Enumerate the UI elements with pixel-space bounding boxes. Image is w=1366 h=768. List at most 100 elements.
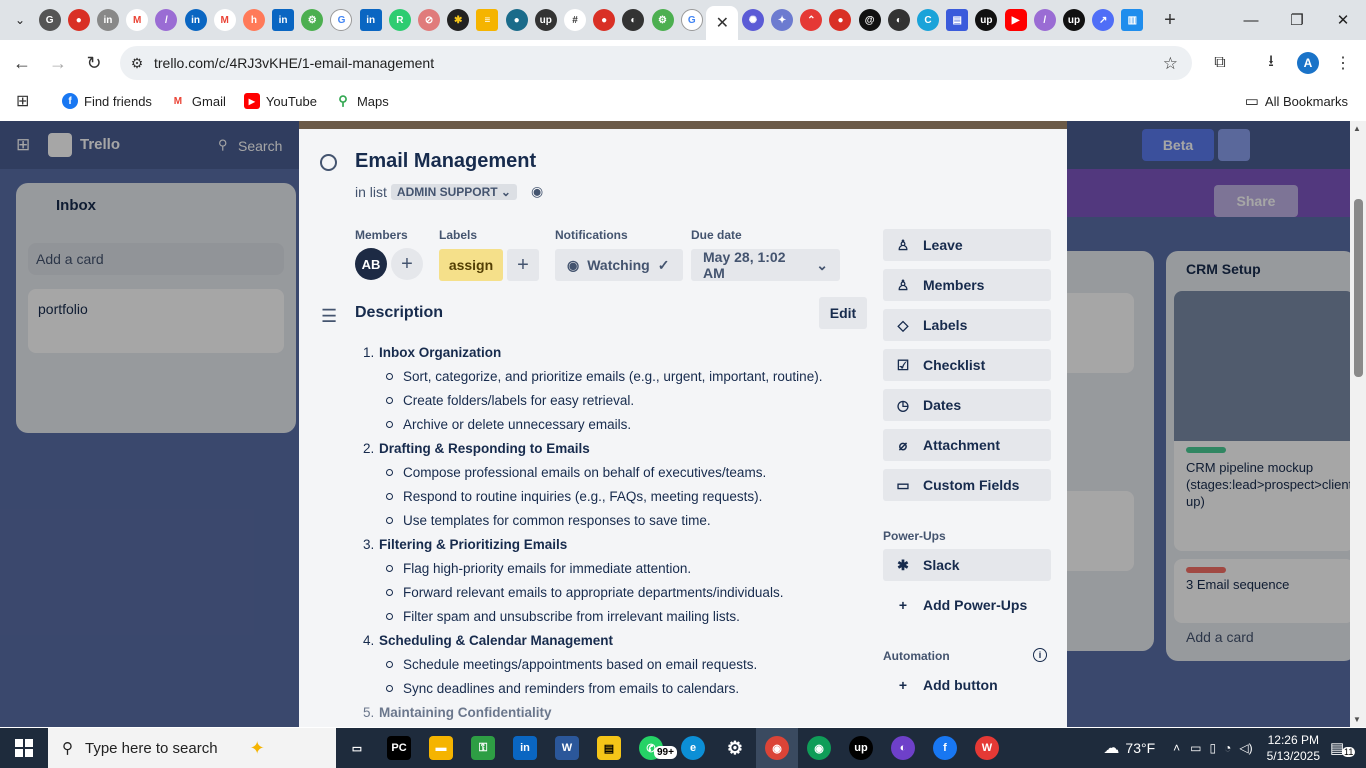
bookmark-maps[interactable]: ⚲ Maps bbox=[334, 93, 389, 109]
bookmark-find-friends[interactable]: f Find friends bbox=[62, 93, 152, 109]
tab-favicon[interactable]: M bbox=[213, 9, 236, 31]
tab-favicon[interactable]: G bbox=[680, 9, 703, 31]
all-bookmarks[interactable]: ▭ All Bookmarks bbox=[1245, 92, 1348, 110]
vertical-scrollbar[interactable]: ▲ ▼ bbox=[1350, 121, 1366, 727]
sidebar-leave-button[interactable]: ♙ Leave bbox=[883, 229, 1051, 261]
label-chip[interactable]: assign bbox=[439, 249, 503, 281]
slack-powerup-button[interactable]: ✱ Slack bbox=[883, 549, 1051, 581]
tab-favicon[interactable]: G bbox=[330, 9, 353, 31]
extensions-icon[interactable]: ⧉ bbox=[1205, 48, 1235, 78]
tab-search-dropdown[interactable]: ⌄ bbox=[5, 5, 35, 35]
tab-favicon[interactable]: ✦ bbox=[771, 9, 794, 31]
edit-description-button[interactable]: Edit bbox=[819, 297, 867, 329]
tab-favicon[interactable]: in bbox=[272, 9, 295, 31]
back-icon[interactable]: ← bbox=[4, 45, 40, 81]
tab-favicon[interactable]: h bbox=[242, 9, 265, 31]
add-member-button[interactable]: + bbox=[391, 248, 423, 280]
restore-icon[interactable]: ❐ bbox=[1274, 0, 1320, 40]
file-explorer-icon[interactable]: ▬ bbox=[420, 728, 462, 768]
sidebar-checklist-button[interactable]: ☑ Checklist bbox=[883, 349, 1051, 381]
tab-favicon[interactable]: ✺ bbox=[741, 9, 764, 31]
scrollbar-thumb[interactable] bbox=[1354, 199, 1363, 377]
tab-favicon[interactable]: ◐ bbox=[622, 9, 645, 31]
info-icon[interactable]: i bbox=[1033, 648, 1047, 662]
tab-favicon[interactable]: / bbox=[1033, 9, 1056, 31]
scroll-down-icon[interactable]: ▼ bbox=[1353, 715, 1361, 724]
tab-favicon[interactable]: ⊘ bbox=[418, 9, 441, 31]
tab-favicon[interactable]: ● bbox=[829, 9, 852, 31]
settings-icon[interactable]: ⚙ bbox=[714, 728, 756, 768]
description-body[interactable]: 1. Inbox Organization Sort, categorize, an… bbox=[355, 341, 855, 725]
tab-favicon[interactable]: up bbox=[975, 9, 998, 31]
sidebar-members-button[interactable]: ♙ Members bbox=[883, 269, 1051, 301]
tab-favicon[interactable]: ⌃ bbox=[800, 9, 823, 31]
tab-favicon[interactable]: ▤ bbox=[946, 9, 969, 31]
add-powerups-button[interactable]: + Add Power-Ups bbox=[883, 589, 1051, 621]
windows-start-icon[interactable] bbox=[0, 728, 48, 768]
weather-temp[interactable]: 73°F bbox=[1125, 740, 1155, 756]
volume-icon[interactable]: ◁) bbox=[1239, 741, 1252, 755]
tab-favicon[interactable]: ✱ bbox=[447, 9, 470, 31]
download-icon[interactable]: ⭳ bbox=[1256, 48, 1286, 78]
tab-favicon[interactable]: G bbox=[38, 9, 61, 31]
tab-favicon[interactable]: ⚙ bbox=[301, 9, 324, 31]
tab-favicon[interactable]: R bbox=[388, 9, 411, 31]
sidebar-dates-button[interactable]: ◷ Dates bbox=[883, 389, 1051, 421]
sidebar-custom-fields-button[interactable]: ▭ Custom Fields bbox=[883, 469, 1051, 501]
address-bar[interactable]: ⚙ trello.com/c/4RJ3vKHE/1-email-manageme… bbox=[120, 46, 1192, 80]
list-name-button[interactable]: ADMIN SUPPORT ⌄ bbox=[390, 183, 517, 200]
tab-favicon[interactable]: # bbox=[563, 9, 586, 31]
tab-favicon[interactable]: / bbox=[155, 9, 178, 31]
tab-favicon[interactable]: ↗ bbox=[1092, 9, 1115, 31]
bookmark-youtube[interactable]: ▶ YouTube bbox=[243, 93, 317, 109]
clock[interactable]: 12:26 PM 5/13/2025 bbox=[1267, 732, 1320, 764]
complete-checkbox[interactable] bbox=[320, 154, 337, 171]
menu-icon[interactable]: ⋮ bbox=[1328, 48, 1358, 78]
minimize-icon[interactable]: — bbox=[1228, 0, 1274, 40]
edge-icon[interactable]: e bbox=[672, 728, 714, 768]
tab-favicon[interactable]: C bbox=[917, 9, 940, 31]
forward-icon[interactable]: → bbox=[40, 45, 76, 81]
facebook-icon[interactable]: f bbox=[924, 728, 966, 768]
bookmark-star-icon[interactable]: ☆ bbox=[1163, 54, 1178, 74]
tab-favicon[interactable]: up bbox=[1062, 9, 1085, 31]
add-label-button[interactable]: + bbox=[507, 249, 539, 281]
tab-favicon[interactable]: in bbox=[96, 9, 119, 31]
chrome-profile-icon[interactable]: ◉ bbox=[798, 728, 840, 768]
tab-favicon[interactable]: ● bbox=[505, 9, 528, 31]
member-avatar[interactable]: AB bbox=[355, 248, 387, 280]
new-tab-button[interactable]: + bbox=[1157, 7, 1183, 33]
add-button-button[interactable]: + Add button bbox=[883, 669, 1051, 701]
tab-favicon[interactable]: ◐ bbox=[887, 9, 910, 31]
tab-favicon[interactable]: up bbox=[534, 9, 557, 31]
watching-button[interactable]: ◉ Watching ✓ bbox=[555, 249, 683, 281]
site-info-icon[interactable]: ⚙ bbox=[120, 55, 154, 72]
url-text[interactable]: trello.com/c/4RJ3vKHE/1-email-management bbox=[154, 55, 434, 71]
reload-icon[interactable]: ↻ bbox=[76, 45, 112, 81]
profile-avatar[interactable]: A bbox=[1297, 52, 1319, 74]
tab-favicon[interactable]: ▥ bbox=[1121, 9, 1144, 31]
upwork-icon[interactable]: up bbox=[840, 728, 882, 768]
tab-favicon[interactable]: ⚙ bbox=[651, 9, 674, 31]
active-tab-close-button[interactable]: ✕ bbox=[706, 6, 739, 40]
close-window-icon[interactable]: ✕ bbox=[1320, 0, 1366, 40]
chevron-up-icon[interactable]: ˄ bbox=[1173, 741, 1180, 755]
bookmark-gmail[interactable]: M Gmail bbox=[169, 93, 226, 109]
wps-icon[interactable]: W bbox=[966, 728, 1008, 768]
tab-favicon[interactable]: M bbox=[126, 9, 149, 31]
sidebar-attachment-button[interactable]: ⌀ Attachment bbox=[883, 429, 1051, 461]
battery-icon[interactable]: ▯ bbox=[1210, 741, 1217, 755]
pycharm-icon[interactable]: PC bbox=[378, 728, 420, 768]
lock-app-icon[interactable]: ⚿ bbox=[462, 728, 504, 768]
tab-favicon[interactable]: ● bbox=[67, 9, 90, 31]
taskbar-search[interactable]: ⚲ Type here to search ✦ bbox=[48, 728, 336, 768]
word-icon[interactable]: W bbox=[546, 728, 588, 768]
tab-favicon[interactable]: ▶ bbox=[1004, 9, 1027, 31]
tab-favicon[interactable]: in bbox=[359, 9, 382, 31]
task-view-icon[interactable]: ▭ bbox=[336, 728, 378, 768]
github-icon[interactable]: ◐ bbox=[882, 728, 924, 768]
tab-favicon[interactable]: in bbox=[184, 9, 207, 31]
tab-favicon[interactable]: ≡ bbox=[476, 9, 499, 31]
apps-grid-icon[interactable]: ⊞ bbox=[16, 91, 42, 111]
tab-favicon[interactable]: @ bbox=[858, 9, 881, 31]
